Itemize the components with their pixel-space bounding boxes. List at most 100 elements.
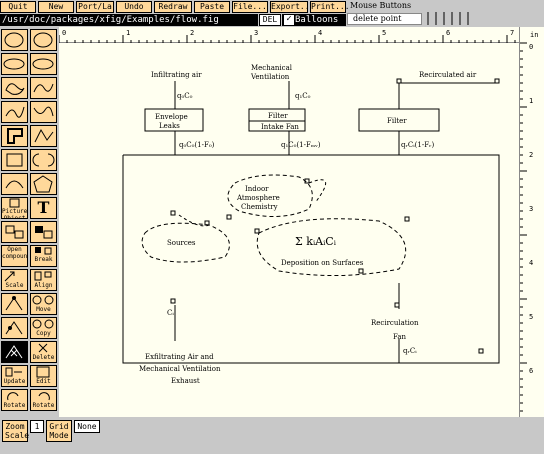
open-spline-icon[interactable]: [30, 77, 57, 99]
right-ruler[interactable]: 01234567 in: [519, 27, 544, 429]
interp-open-spline-icon[interactable]: [30, 101, 57, 123]
label-ci-left: Cᵢ: [167, 309, 174, 317]
regular-polygon-icon[interactable]: [30, 173, 57, 195]
align-button[interactable]: Align: [30, 269, 57, 291]
top-ruler-label: 2: [190, 29, 194, 37]
label-deposition: Deposition on Surfaces: [281, 259, 364, 267]
mouse-action-box: delete point: [347, 13, 422, 25]
open-compound-label: Open compound: [2, 246, 28, 260]
top-ruler-label: 4: [318, 29, 322, 37]
label-exfiltrating: Exfiltrating Air and: [145, 353, 214, 361]
label-fan: Fan: [393, 333, 407, 341]
align-label: Align: [34, 282, 53, 289]
quit-button[interactable]: Quit: [0, 1, 36, 13]
update-button[interactable]: Update: [1, 365, 28, 387]
right-ruler-ticks: 01234567 in: [520, 31, 538, 429]
move-point-icon[interactable]: [1, 293, 28, 315]
top-ruler[interactable]: 0 1 2 3 4 5 6 7: [58, 27, 519, 43]
mouse-indicator-ticks: [427, 12, 469, 25]
delete-button[interactable]: Delete: [30, 341, 57, 363]
break-button[interactable]: Break: [30, 245, 57, 267]
scale-label: Scale: [5, 282, 24, 289]
label-q0c0: q₀C₀: [177, 92, 193, 100]
polyline-icon[interactable]: [30, 125, 57, 147]
label-sum: Σ kᵢAᵢCᵢ: [295, 235, 337, 248]
top-ruler-label: 3: [254, 29, 258, 37]
circle-radius-icon[interactable]: [1, 29, 28, 51]
closed-spline-icon[interactable]: [1, 77, 28, 99]
checkmark-icon[interactable]: ✓: [284, 15, 294, 25]
top-ruler-label: 0: [62, 29, 66, 37]
delete-point-icon[interactable]: [1, 341, 28, 363]
circle-diameter-icon[interactable]: [30, 29, 57, 51]
print-button[interactable]: Print...: [310, 1, 350, 13]
box-icon[interactable]: [1, 149, 28, 171]
top-ruler-label: 5: [382, 29, 386, 37]
label-intake-fan: Intake Fan: [261, 123, 299, 131]
edit-label: Edit: [36, 378, 51, 385]
interp-spline-icon[interactable]: [1, 101, 28, 123]
right-ruler-label: 6: [529, 367, 533, 375]
right-ruler-label: 1: [529, 97, 533, 105]
ellipse-radius-icon[interactable]: [1, 53, 28, 75]
top-ruler-label: 7: [510, 29, 514, 37]
file-button[interactable]: File...: [232, 1, 268, 13]
scale-button[interactable]: Scale: [1, 269, 28, 291]
label-recirculated-air: Recirculated air: [419, 71, 477, 79]
zoom-value-box[interactable]: 1: [30, 420, 44, 433]
rotate-right-button[interactable]: Rotate: [30, 389, 57, 411]
copy-button[interactable]: Copy: [30, 317, 57, 339]
label-chemistry: Chemistry: [241, 203, 278, 211]
glue-icon[interactable]: [30, 221, 57, 243]
add-point-icon[interactable]: [1, 317, 28, 339]
undo-button[interactable]: Undo: [116, 1, 152, 13]
right-ruler-label: 2: [529, 151, 533, 159]
paste-button[interactable]: Paste: [194, 1, 230, 13]
top-ruler-label: 1: [126, 29, 130, 37]
flow-figure: Infiltrating air q₀C₀ Mechanical Ventila…: [122, 64, 500, 385]
text-tool-button[interactable]: T: [30, 197, 57, 219]
grid-value-box[interactable]: None: [74, 420, 100, 433]
delete-label: Delete: [32, 354, 55, 361]
label-mechanical: Mechanical: [251, 64, 293, 72]
label-out-mid: q₁C₀(1-Fₘᵥ): [281, 141, 321, 149]
ellipse-diameter-icon[interactable]: [30, 53, 57, 75]
ruler-unit-label: in: [530, 31, 538, 39]
label-indoor: Indoor: [245, 185, 269, 193]
rotate-left-label: Rotate: [3, 402, 26, 409]
balloons-label: Balloons: [295, 15, 339, 25]
export-button[interactable]: Export...: [270, 1, 314, 13]
right-ruler-label: 5: [529, 313, 533, 321]
move-label: Move: [36, 306, 51, 313]
rotate-left-button[interactable]: Rotate: [1, 389, 28, 411]
right-ruler-label: 4: [529, 259, 533, 267]
portland-button[interactable]: Port/La: [76, 1, 114, 13]
copy-label: Copy: [36, 330, 51, 337]
label-recirculation: Recirculation: [371, 319, 419, 327]
edit-button[interactable]: Edit: [30, 365, 57, 387]
arc-box-icon[interactable]: [30, 149, 57, 171]
mouse-buttons-header: Mouse Buttons: [350, 1, 412, 10]
label-ventilation: Ventilation: [250, 73, 290, 81]
new-button[interactable]: New: [38, 1, 74, 13]
compound-icon[interactable]: [1, 221, 28, 243]
file-path: /usr/doc/packages/xfig/Examples/flow.fig: [0, 14, 258, 26]
label-qrci: qᵣCᵢ: [403, 347, 417, 355]
delete-key-indicator[interactable]: DEL: [259, 14, 281, 26]
polygon-icon[interactable]: [1, 125, 28, 147]
open-compound-button[interactable]: Open compound: [1, 245, 28, 267]
grid-label: Grid: [49, 422, 69, 431]
right-ruler-label: 3: [529, 205, 533, 213]
zoom-scale-indicator[interactable]: Zoom Scale: [2, 420, 30, 442]
label-envelope: Envelope: [155, 113, 188, 121]
top-menu-bar: Quit New Port/La Undo Redraw Paste File.…: [0, 0, 544, 26]
arc-icon[interactable]: [1, 173, 28, 195]
move-button[interactable]: Move: [30, 293, 57, 315]
grid-mode-indicator[interactable]: Grid Mode: [46, 420, 72, 442]
picture-object-button[interactable]: Picture Object: [1, 197, 28, 219]
picture-object-label: Picture Object: [2, 208, 28, 219]
zoom-label: Zoom: [5, 422, 25, 431]
scale-label: Scale: [5, 431, 30, 440]
drawing-canvas[interactable]: Infiltrating air q₀C₀ Mechanical Ventila…: [59, 43, 519, 417]
redraw-button[interactable]: Redraw: [154, 1, 192, 13]
